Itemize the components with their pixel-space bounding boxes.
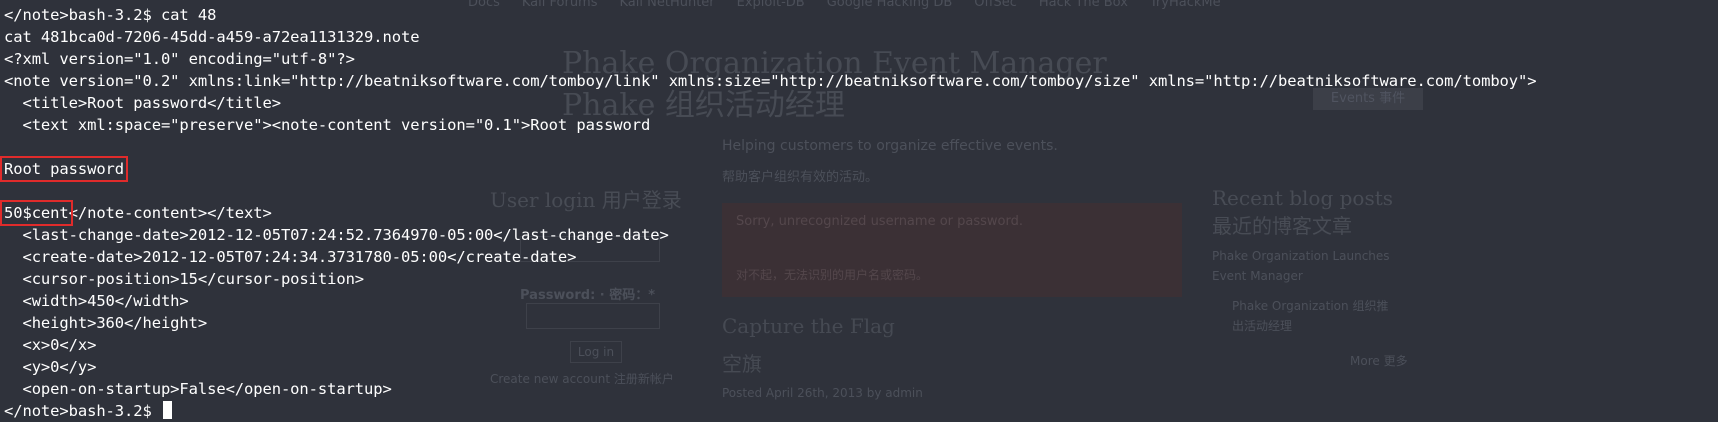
terminal-line: <cursor-position>15</cursor-position> <box>4 270 365 288</box>
terminal-line: <x>0</x> <box>4 336 97 354</box>
terminal-line: <last-change-date>2012-12-05T07:24:52.73… <box>4 226 669 244</box>
terminal-line: <text xml:space="preserve"><note-content… <box>4 116 651 134</box>
terminal-line: <open-on-startup>False</open-on-startup> <box>4 380 392 398</box>
terminal-line: <note version="0.2" xmlns:link="http://b… <box>4 72 1537 90</box>
terminal-line: <height>360</height> <box>4 314 208 332</box>
terminal-line: <create-date>2012-12-05T07:24:34.3731780… <box>4 248 577 266</box>
terminal-output[interactable]: </note>bash-3.2$ cat 48 cat 481bca0d-720… <box>0 4 1537 422</box>
terminal-line: 50$cent</note-content></text> <box>0 200 1536 226</box>
terminal-line: cat 481bca0d-7206-45dd-a459-a72ea1131329… <box>4 28 420 46</box>
highlight-root-password: Root password <box>0 156 129 182</box>
terminal-prompt-line[interactable]: </note>bash-3.2$ <box>4 400 1536 422</box>
terminal-line: <?xml version="1.0" encoding="utf-8"?> <box>4 50 355 68</box>
terminal-line: Root password <box>0 156 1536 182</box>
note-content-close: </note-content></text> <box>68 204 272 222</box>
terminal-cursor[interactable] <box>162 401 172 419</box>
shell-prompt: </note>bash-3.2$ <box>4 402 161 420</box>
terminal-line: </note>bash-3.2$ cat 48 <box>4 6 217 24</box>
highlight-secret-password: 50$cent <box>0 200 73 226</box>
terminal-line: <y>0</y> <box>4 358 97 376</box>
terminal-line: <width>450</width> <box>4 292 189 310</box>
terminal-line: <title>Root password</title> <box>4 94 281 112</box>
